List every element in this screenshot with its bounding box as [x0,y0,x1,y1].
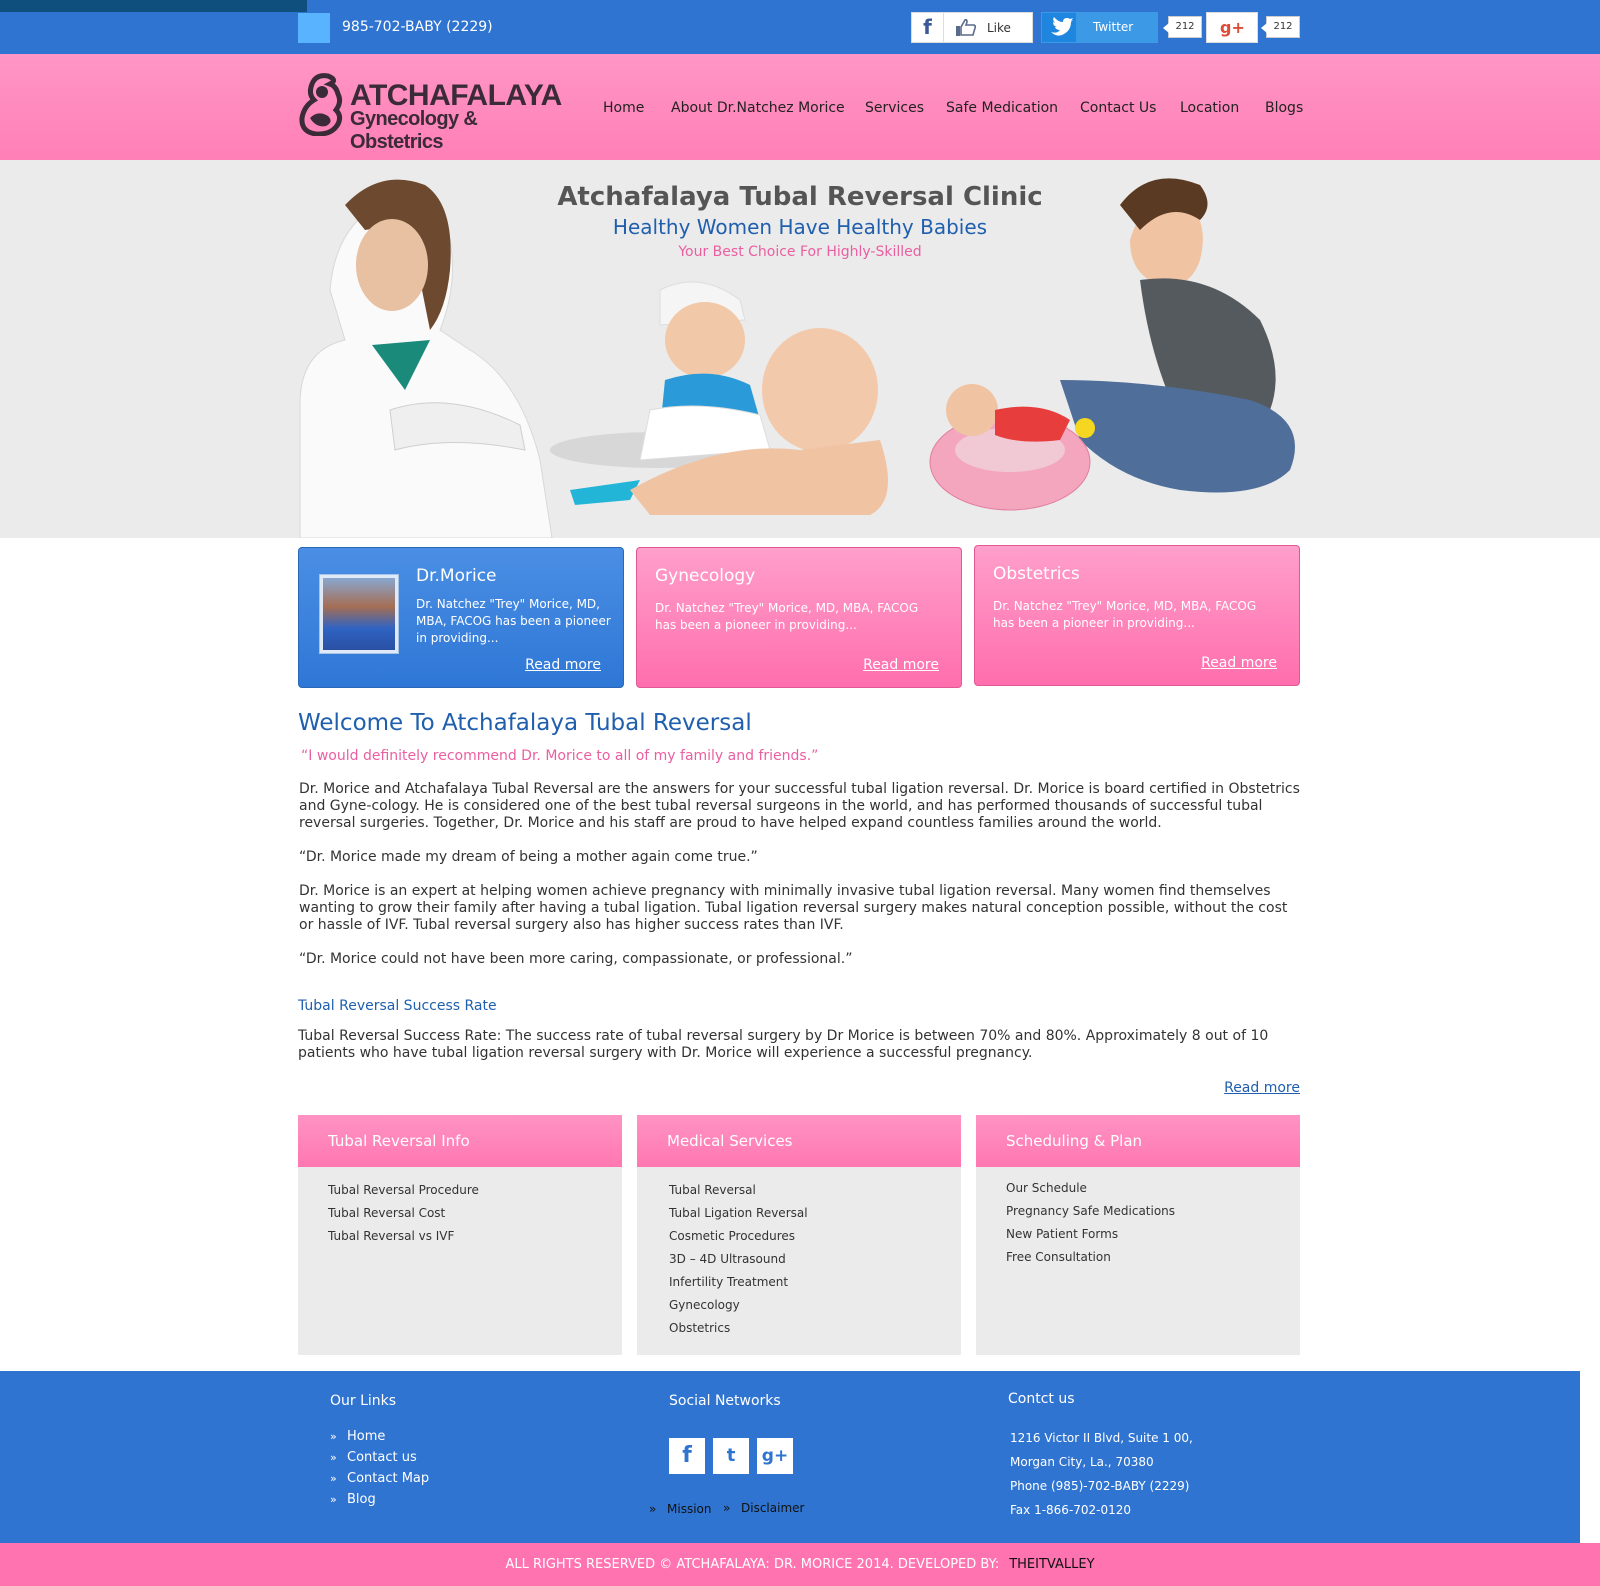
twitter-button[interactable]: Twitter [1041,12,1158,43]
nav-contact-us[interactable]: Contact Us [1080,100,1156,116]
twitter-count: 212 [1163,16,1202,38]
phone-icon [298,13,330,43]
footer-links: Home Contact us Contact Map Blog [330,1426,429,1510]
panel-link[interactable]: Tubal Reversal Procedure [328,1179,622,1202]
copyright-bar: ALL RIGHTS RESERVED © ATCHAFALAYA: DR. M… [0,1543,1600,1586]
top-accent-strip [0,0,307,12]
testimonial-quote-3: “Dr. Morice could not have been more car… [299,951,853,967]
main-read-more-link[interactable]: Read more [1224,1080,1300,1096]
main-nav: Home About Dr.Natchez Morice Services Sa… [0,100,1600,120]
panel-link[interactable]: Tubal Reversal [669,1179,961,1202]
panel-scheduling-plan: Scheduling & Plan Our Schedule Pregnancy… [976,1115,1300,1355]
hero-tagline: Your Best Choice For Highly-Skilled [678,244,922,260]
feature-text: Dr. Natchez "Trey" Morice, MD, MBA, FACO… [416,597,611,645]
feature-text: Dr. Natchez "Trey" Morice, MD, MBA, FACO… [993,599,1257,630]
panel-link[interactable]: Tubal Ligation Reversal [669,1202,961,1225]
google-plus-button[interactable]: g+ [1206,12,1258,43]
nav-blogs[interactable]: Blogs [1265,100,1303,116]
panel-title: Scheduling & Plan [976,1115,1300,1167]
nav-services[interactable]: Services [865,100,924,116]
twitter-label: Twitter [1093,20,1134,34]
panel-list: Tubal Reversal Procedure Tubal Reversal … [298,1167,622,1248]
read-more-link[interactable]: Read more [525,657,601,673]
babies-figure [550,281,888,515]
feature-title: Gynecology [655,566,756,586]
testimonial-quote: “I would definitely recommend Dr. Morice… [301,748,819,764]
intro-paragraph: Dr. Morice and Atchafalaya Tubal Reversa… [299,781,1300,831]
success-rate-heading: Tubal Reversal Success Rate [298,998,497,1014]
feature-title: Obstetrics [993,564,1080,584]
google-plus-count: 212 [1261,16,1300,38]
site-footer: Our Links Home Contact us Contact Map Bl… [0,1371,1580,1543]
panel-link[interactable]: Cosmetic Procedures [669,1225,961,1248]
testimonial-quote-2: “Dr. Morice made my dream of being a mot… [299,849,758,865]
feature-box-gynecology: Gynecology Dr. Natchez "Trey" Morice, MD… [636,547,962,688]
nav-safe-medication[interactable]: Safe Medication [946,100,1058,116]
panel-medical-services: Medical Services Tubal Reversal Tubal Li… [637,1115,961,1355]
twitter-icon-box [1042,13,1076,42]
panel-link[interactable]: Free Consultation [1006,1246,1300,1269]
panel-link[interactable]: Obstetrics [669,1317,961,1340]
contact-address-line1: 1216 Victor II Blvd, Suite 1 00, [1010,1431,1193,1445]
facebook-icon: f [912,13,944,42]
panel-link[interactable]: Our Schedule [1006,1177,1300,1200]
site-header: ATCHAFALAYA Gynecology & Obstetrics Home… [0,54,1600,160]
hero-title: Atchafalaya Tubal Reversal Clinic [557,182,1043,212]
copyright-text: ALL RIGHTS RESERVED © ATCHAFALAYA: DR. M… [505,1557,1000,1572]
hero-subtitle: Healthy Women Have Healthy Babies [612,215,988,239]
top-bar: 985-702-BABY (2229) f Like Twitter 212 g… [0,0,1600,54]
feature-text: Dr. Natchez "Trey" Morice, MD, MBA, FACO… [655,601,919,632]
footer-link-blog[interactable]: Blog [330,1489,429,1510]
footer-link-contact-us[interactable]: Contact us [330,1447,429,1468]
twitter-bird-icon [1051,17,1073,36]
contact-address-line2: Morgan City, La., 70380 [1010,1455,1154,1469]
expert-paragraph: Dr. Morice is an expert at helping women… [299,883,1288,933]
panel-list: Tubal Reversal Tubal Ligation Reversal C… [637,1167,961,1340]
feature-box-dr-morice: Dr.Morice Dr. Natchez "Trey" Morice, MD,… [298,547,624,688]
panel-title: Medical Services [637,1115,961,1167]
panel-link[interactable]: Infertility Treatment [669,1271,961,1294]
footer-contact-title: Contct us [1008,1391,1075,1407]
panel-link[interactable]: Pregnancy Safe Medications [1006,1200,1300,1223]
like-label: Like [987,21,1011,35]
thumbs-up-icon [956,19,976,36]
contact-phone[interactable]: Phone (985)-702-BABY (2229) [1010,1474,1193,1498]
twitter-icon[interactable]: t [713,1438,749,1474]
panel-link[interactable]: 3D – 4D Ultrasound [669,1248,961,1271]
developer-link[interactable]: THEITVALLEY [1009,1557,1094,1572]
facebook-like-button[interactable]: f Like [911,12,1033,43]
panel-link[interactable]: Gynecology [669,1294,961,1317]
read-more-link[interactable]: Read more [863,657,939,673]
nav-about[interactable]: About Dr.Natchez Morice [671,100,845,116]
google-plus-icon[interactable]: g+ [757,1438,793,1474]
contact-fax: Fax 1-866-702-0120 [1010,1503,1132,1517]
read-more-link[interactable]: Read more [1201,655,1277,671]
feature-box-obstetrics: Obstetrics Dr. Natchez "Trey" Morice, MD… [974,545,1300,686]
welcome-heading: Welcome To Atchafalaya Tubal Reversal [298,710,752,736]
footer-link-home[interactable]: Home [330,1426,429,1447]
main-content: Welcome To Atchafalaya Tubal Reversal “I… [298,710,1300,1062]
footer-contact-details: 1216 Victor II Blvd, Suite 1 00, Morgan … [1010,1426,1193,1522]
success-rate-paragraph: Tubal Reversal Success Rate: The success… [298,1028,1269,1061]
footer-link-mission[interactable]: Mission [649,1502,711,1516]
nav-location[interactable]: Location [1180,100,1239,116]
panel-tubal-reversal-info: Tubal Reversal Info Tubal Reversal Proce… [298,1115,622,1355]
google-plus-icon: g+ [1220,18,1245,37]
doctor-photo [319,574,399,654]
panel-link[interactable]: Tubal Reversal Cost [328,1202,622,1225]
panel-link[interactable]: Tubal Reversal vs IVF [328,1225,622,1248]
panel-title: Tubal Reversal Info [298,1115,622,1167]
panel-link[interactable]: New Patient Forms [1006,1223,1300,1246]
footer-link-contact-map[interactable]: Contact Map [330,1468,429,1489]
footer-social-title: Social Networks [669,1393,781,1409]
phone-number[interactable]: 985-702-BABY (2229) [342,19,493,35]
panel-list: Our Schedule Pregnancy Safe Medications … [976,1167,1300,1269]
footer-links-title: Our Links [330,1393,397,1409]
footer-link-disclaimer[interactable]: Disclaimer [723,1501,804,1515]
feature-title: Dr.Morice [416,566,497,586]
hero-banner: Atchafalaya Tubal Reversal Clinic Health… [0,160,1600,538]
nav-home[interactable]: Home [603,100,644,116]
facebook-icon[interactable]: f [669,1438,705,1474]
